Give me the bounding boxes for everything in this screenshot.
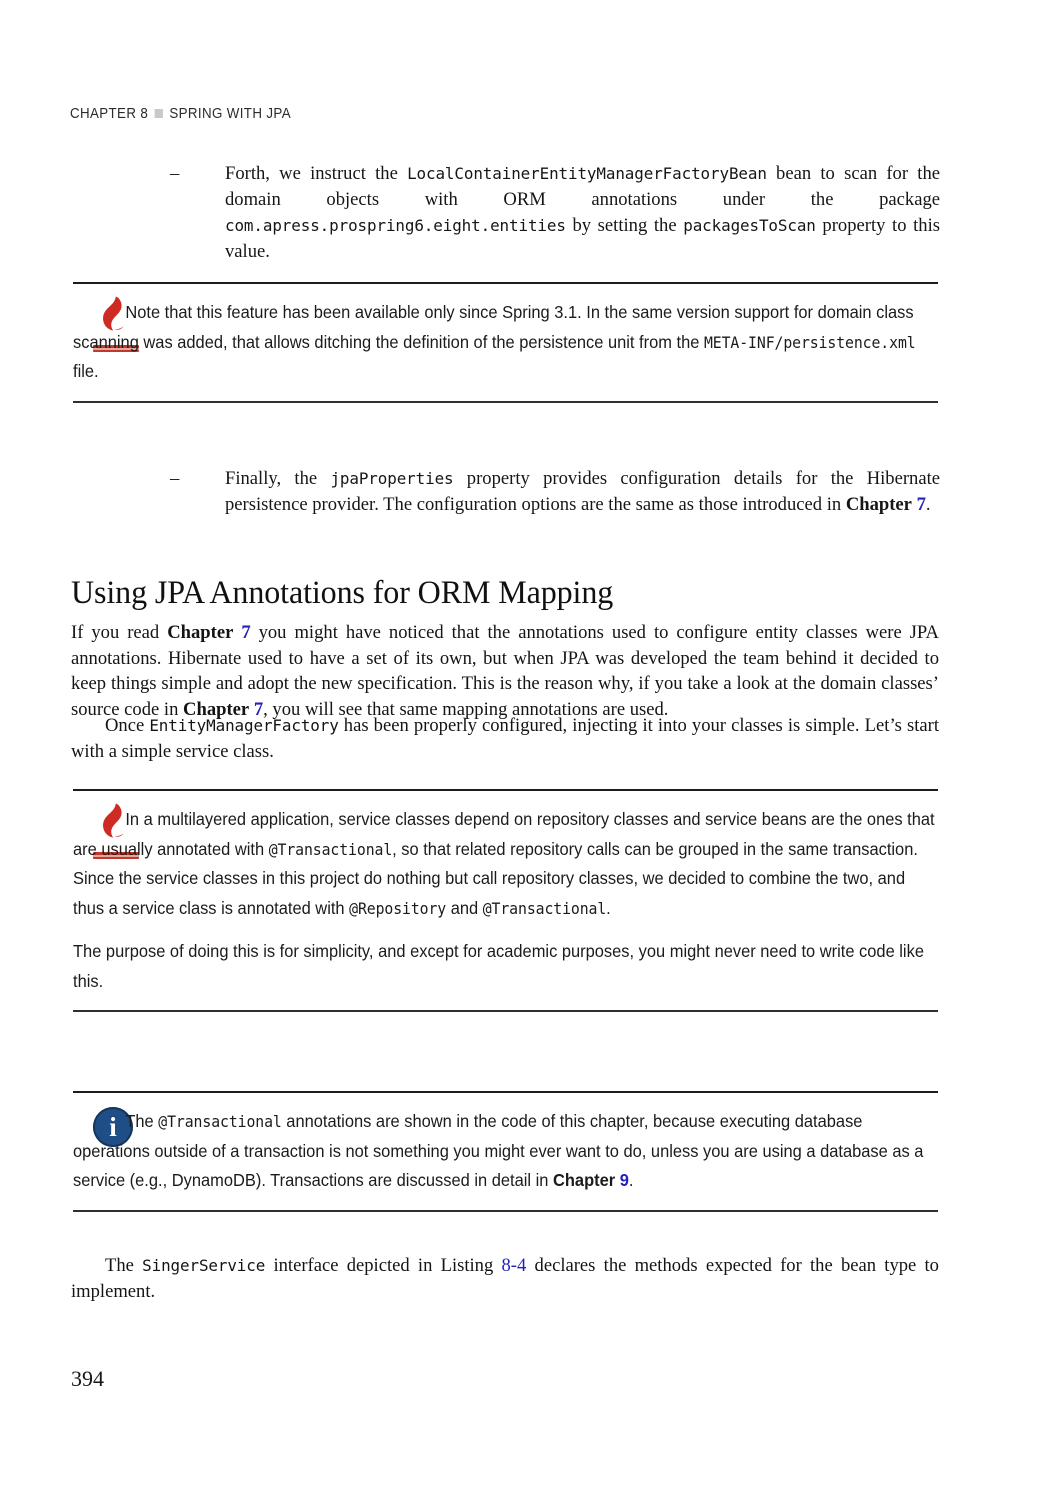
list-item-marker: – (170, 163, 180, 184)
running-head-chapter: CHAPTER 8 (70, 106, 149, 122)
body-paragraph: If you read Chapter 7 you might have not… (71, 622, 939, 720)
note-bottom-rule (73, 400, 938, 403)
note-paragraph: In a multilayered application, service c… (73, 809, 935, 918)
note-paragraph: The purpose of doing this is for simplic… (73, 941, 924, 991)
note-paragraph: Note that this feature has been availabl… (73, 302, 916, 381)
note-box-multilayered: In a multilayered application, service c… (73, 789, 938, 1012)
list-item-marker: – (170, 468, 180, 489)
note-body: Note that this feature has been availabl… (73, 284, 938, 401)
note-box-transactional: i The @Transactional annotations are sho… (73, 1091, 938, 1212)
note-body: The @Transactional annotations are shown… (73, 1093, 938, 1210)
square-bullet-icon (154, 109, 163, 119)
body-paragraph: The SingerService interface depicted in … (71, 1255, 939, 1302)
note-body: In a multilayered application, service c… (73, 791, 938, 1010)
list-item-text: Forth, we instruct the LocalContainerEnt… (225, 163, 940, 262)
running-head-title: SPRING WITH JPA (169, 106, 291, 122)
list-item-text: Finally, the jpaProperties property prov… (225, 468, 941, 515)
section-heading: Using JPA Annotations for ORM Mapping (71, 575, 614, 611)
note-bottom-rule (73, 1010, 938, 1012)
list-item: – Forth, we instruct the LocalContainerE… (170, 161, 940, 265)
body-paragraph: Once EntityManagerFactory has been prope… (71, 715, 939, 762)
running-head: CHAPTER 8 SPRING WITH JPA (70, 106, 291, 122)
note-box-spring31: Note that this feature has been availabl… (73, 282, 938, 403)
note-bottom-rule (73, 1209, 938, 1212)
note-paragraph: The @Transactional annotations are shown… (73, 1111, 924, 1190)
book-page: CHAPTER 8 SPRING WITH JPA – Forth, we ins… (0, 0, 1050, 1500)
page-number: 394 (71, 1366, 104, 1391)
list-item: – Finally, the jpaProperties property pr… (170, 466, 940, 518)
